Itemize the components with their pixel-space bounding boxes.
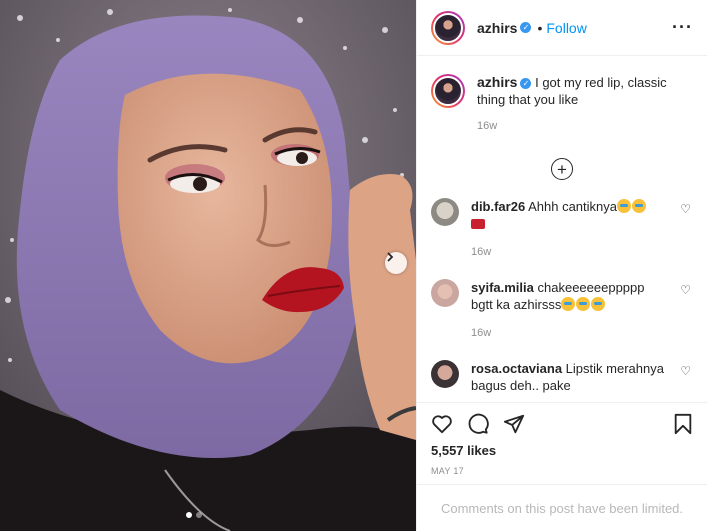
crying-face-emoji-icon bbox=[576, 297, 591, 311]
comments-limited-notice: Comments on this post have been limited. bbox=[417, 484, 707, 531]
comment-bubble-icon[interactable] bbox=[467, 413, 489, 435]
crying-face-emoji-icon bbox=[591, 297, 606, 311]
comment-username[interactable]: syifa.milia bbox=[471, 280, 534, 295]
carousel-next-button[interactable] bbox=[385, 252, 407, 274]
comment-avatar[interactable] bbox=[431, 360, 459, 388]
post-actions-bar bbox=[417, 402, 707, 444]
verified-badge-icon: ✓ bbox=[520, 78, 532, 89]
comment-item: syifa.milia chakeeeeeeppppp bgtt ka azhi… bbox=[431, 279, 693, 342]
header-separator: • bbox=[537, 19, 543, 36]
caption-username[interactable]: azhirs bbox=[477, 74, 517, 90]
author-avatar[interactable] bbox=[431, 10, 465, 45]
chevron-right-icon bbox=[387, 252, 394, 262]
comment-time: 16w bbox=[471, 246, 492, 258]
post-dialog: azhirs ✓ • Follow ··· azhirs ✓ I got my r… bbox=[0, 0, 707, 531]
follow-button[interactable]: Follow bbox=[546, 20, 586, 36]
more-options-icon[interactable]: ··· bbox=[672, 17, 693, 38]
like-heart-icon[interactable] bbox=[431, 414, 453, 434]
likes-count[interactable]: 5,557 likes bbox=[431, 443, 496, 458]
carousel-dot bbox=[196, 512, 202, 518]
verified-badge-icon: ✓ bbox=[520, 22, 532, 33]
load-more-comments-button[interactable]: + bbox=[551, 158, 573, 180]
post-date: MAY 17 bbox=[431, 466, 464, 476]
caption-text-block: azhirs ✓ I got my red lip, classic thing … bbox=[477, 74, 693, 108]
comment-username[interactable]: rosa.octaviana bbox=[471, 361, 562, 376]
post-caption: azhirs ✓ I got my red lip, classic thing … bbox=[431, 57, 693, 132]
share-paper-plane-icon[interactable] bbox=[503, 413, 525, 435]
carousel-dot-active bbox=[186, 512, 192, 518]
like-comment-heart-icon[interactable]: ♡ bbox=[680, 283, 691, 297]
comment-item: rosa.octaviana Lipstik merahnya bagus de… bbox=[431, 360, 693, 394]
caption-time: 16w bbox=[477, 120, 498, 132]
post-header: azhirs ✓ • Follow ··· bbox=[417, 0, 707, 56]
comment-avatar[interactable] bbox=[431, 279, 459, 307]
comments-list[interactable]: azhirs ✓ I got my red lip, classic thing … bbox=[417, 57, 707, 402]
save-bookmark-icon[interactable] bbox=[673, 413, 693, 435]
comment-time: 16w bbox=[471, 327, 492, 339]
crying-face-emoji-icon bbox=[561, 297, 576, 311]
caption-avatar[interactable] bbox=[431, 74, 465, 108]
comment-username[interactable]: dib.far26 bbox=[471, 199, 525, 214]
lipstick-emoji-icon bbox=[471, 219, 485, 229]
like-comment-heart-icon[interactable]: ♡ bbox=[680, 202, 691, 216]
post-photo[interactable] bbox=[0, 0, 416, 531]
plus-icon: + bbox=[557, 159, 567, 179]
comment-avatar[interactable] bbox=[431, 198, 459, 226]
author-username[interactable]: azhirs bbox=[477, 20, 517, 36]
crying-face-emoji-icon bbox=[632, 199, 646, 213]
portrait-image bbox=[0, 0, 416, 531]
carousel-indicator bbox=[186, 512, 202, 518]
like-comment-heart-icon[interactable]: ♡ bbox=[680, 364, 691, 378]
crying-face-emoji-icon bbox=[617, 199, 631, 213]
comment-item: dib.far26 Ahhh cantiknya 16w ♡ bbox=[431, 198, 693, 261]
comment-text: Ahhh cantiknya bbox=[528, 199, 617, 214]
post-side-panel: azhirs ✓ • Follow ··· azhirs ✓ I got my r… bbox=[416, 0, 707, 531]
